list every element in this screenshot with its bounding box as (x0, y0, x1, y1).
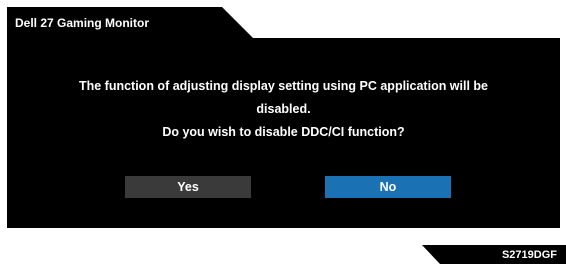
no-button[interactable]: No (325, 176, 451, 198)
dialog-message-line: Do you wish to disable DDC/CI function? (162, 125, 405, 139)
yes-button[interactable]: Yes (125, 176, 251, 198)
monitor-title: Dell 27 Gaming Monitor (15, 16, 150, 30)
dialog-message-line: The function of adjusting display settin… (78, 79, 489, 93)
model-tab: S2719DGF (422, 245, 566, 264)
monitor-title-tab: Dell 27 Gaming Monitor (7, 7, 253, 38)
dialog-message-line: disabled. (256, 102, 311, 116)
model-name: S2719DGF (501, 249, 557, 261)
ddc-ci-confirm-dialog: The function of adjusting display settin… (7, 38, 560, 228)
dialog-message: The function of adjusting display settin… (7, 79, 560, 148)
